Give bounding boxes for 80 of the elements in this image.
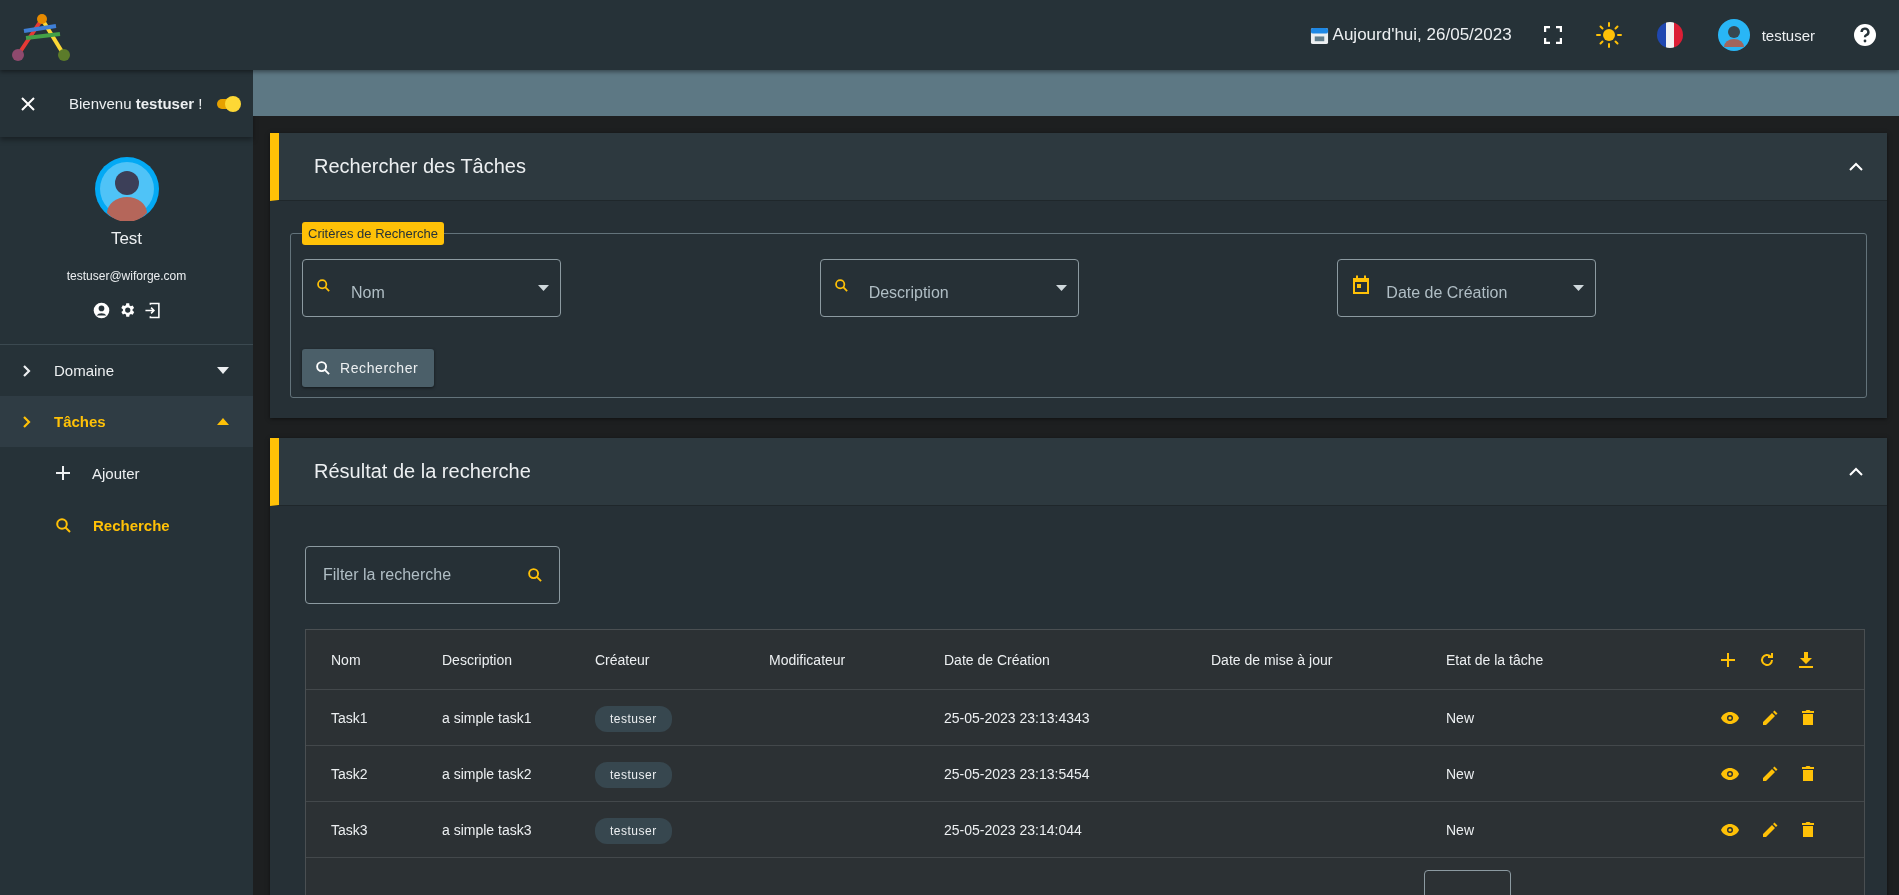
account-icon[interactable]: [92, 301, 110, 319]
plus-icon: [56, 466, 70, 480]
fullscreen-icon[interactable]: [1543, 26, 1562, 44]
column-header[interactable]: Date de Création: [944, 651, 1211, 668]
delete-icon[interactable]: [1802, 710, 1814, 725]
table-cell-text: a simple task1: [442, 709, 533, 726]
search-button[interactable]: Rechercher: [302, 349, 435, 387]
delete-icon[interactable]: [1802, 766, 1814, 781]
view-icon[interactable]: [1721, 767, 1739, 780]
table-cell-text: Task2: [331, 765, 369, 782]
view-icon[interactable]: [1721, 823, 1739, 836]
avatar-icon[interactable]: [1717, 19, 1750, 51]
calendar-icon: [1309, 25, 1329, 45]
card-header[interactable]: Résultat de la recherche: [270, 438, 1887, 506]
welcome-text: Bienvenu testuser !: [69, 95, 204, 112]
flag-icon[interactable]: [1655, 21, 1684, 49]
nav-subitem[interactable]: Ajouter: [0, 447, 253, 499]
column-header[interactable]: Etat de la tâche: [1446, 651, 1721, 668]
date-label: Aujourd'hui, 26/05/2023: [1332, 25, 1512, 45]
view-icon[interactable]: [1721, 711, 1739, 724]
nav-subitem[interactable]: Recherche: [0, 499, 253, 551]
search-icon: [316, 361, 330, 375]
column-header[interactable]: Date de mise à jour: [1211, 651, 1446, 668]
caret-icon: [217, 367, 229, 374]
table-cell-text: New: [1446, 709, 1475, 726]
table-cell-text: 25-05-2023 23:14:044: [944, 821, 1083, 838]
creator-chip: testuser: [595, 705, 672, 732]
close-icon[interactable]: [21, 96, 35, 111]
dropdown-icon: [538, 285, 549, 291]
table-cell-text: Task1: [331, 709, 369, 726]
edit-icon[interactable]: [1763, 822, 1778, 837]
chevron-icon: [22, 415, 32, 428]
table-cell-text: 25-05-2023 23:13:5454: [944, 765, 1091, 782]
table-cell-text: New: [1446, 821, 1475, 838]
table-cell-text: a simple task3: [442, 821, 533, 838]
help-icon[interactable]: [1853, 23, 1877, 47]
profile-name: Test: [110, 229, 143, 249]
chevron-icon[interactable]: [1849, 162, 1863, 171]
add-icon[interactable]: [1721, 652, 1735, 667]
profile-email: testuser@wiforge.com: [66, 269, 187, 283]
column-header[interactable]: Nom: [331, 651, 442, 668]
chevron-icon: [22, 364, 32, 377]
creator-chip: testuser: [595, 817, 672, 844]
avatar-icon: [94, 157, 159, 221]
refresh-icon[interactable]: [1759, 651, 1775, 668]
creator-chip: testuser: [595, 761, 672, 788]
column-header[interactable]: Créateur: [595, 651, 769, 668]
column-header[interactable]: Modificateur: [769, 651, 944, 668]
search-icon: [317, 279, 330, 292]
table-cell-text: 25-05-2023 23:13:4343: [944, 709, 1091, 726]
caret-icon: [217, 418, 229, 425]
filter-field[interactable]: Description: [819, 259, 1079, 317]
filter-field[interactable]: Filter la recherche: [305, 546, 560, 604]
filter-field[interactable]: Date de Création: [1337, 259, 1597, 317]
card-header[interactable]: Rechercher des Tâches: [270, 133, 1887, 201]
dropdown-icon: [1055, 285, 1067, 291]
table-cell-text: New: [1446, 765, 1475, 782]
edit-icon[interactable]: [1763, 766, 1778, 781]
nav-item[interactable]: Tâches: [0, 396, 253, 447]
calendar-icon: [1351, 275, 1372, 295]
logout-icon[interactable]: [143, 301, 161, 319]
card-title: Rechercher des Tâches: [314, 155, 526, 178]
sun-icon[interactable]: [1595, 22, 1622, 48]
username-label[interactable]: testuser: [1761, 26, 1815, 44]
delete-icon[interactable]: [1802, 822, 1814, 837]
table-cell-text: a simple task2: [442, 765, 533, 782]
theme-toggle[interactable]: [217, 98, 239, 109]
search-icon: [56, 517, 71, 533]
download-icon[interactable]: [1799, 651, 1813, 668]
table-cell-text: Task3: [331, 821, 369, 838]
search-icon: [834, 279, 848, 292]
card-title: Résultat de la recherche: [314, 460, 531, 483]
edit-icon[interactable]: [1763, 710, 1778, 725]
chevron-icon[interactable]: [1849, 467, 1863, 476]
criteria-legend: Critères de Recherche: [302, 222, 445, 245]
filter-field[interactable]: Nom: [302, 259, 561, 317]
dropdown-icon: [1573, 285, 1585, 291]
column-header[interactable]: Description: [442, 651, 595, 668]
nav-item[interactable]: Domaine: [0, 345, 253, 396]
search-icon: [528, 568, 542, 582]
